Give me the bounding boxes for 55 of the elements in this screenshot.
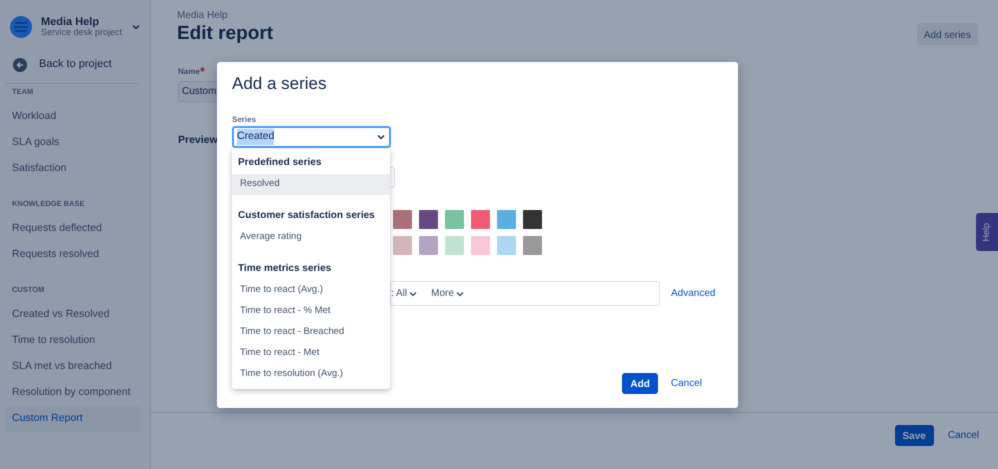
- group-heading: Customer satisfaction series: [237, 208, 376, 222]
- sidebar-item[interactable]: Time to resolution: [5, 328, 140, 354]
- dropdown-option[interactable]: Average rating: [232, 227, 390, 248]
- page-title: Edit report: [177, 23, 274, 46]
- color-swatch[interactable]: [497, 210, 516, 229]
- color-swatch[interactable]: [393, 236, 412, 255]
- sidebar-item[interactable]: Custom Report: [5, 406, 140, 432]
- color-swatch[interactable]: [497, 236, 516, 255]
- help-tab[interactable]: Help: [976, 213, 998, 251]
- add-series-button[interactable]: Add series: [916, 23, 978, 45]
- sidebar-item[interactable]: Satisfaction: [5, 156, 140, 182]
- color-swatch[interactable]: [419, 210, 438, 229]
- color-swatch[interactable]: [523, 236, 542, 255]
- breadcrumb-link[interactable]: Media Help: [177, 8, 274, 23]
- color-swatch[interactable]: [471, 236, 490, 255]
- cancel-link[interactable]: Cancel: [670, 376, 702, 391]
- modal-title: Add a series: [232, 74, 328, 95]
- color-swatch[interactable]: [471, 210, 490, 229]
- field-label: Name: [178, 66, 200, 76]
- section-heading: Preview: [178, 132, 218, 148]
- sidebar-item[interactable]: Requests deflected: [5, 216, 140, 242]
- group-heading: Time metrics series: [237, 262, 332, 276]
- color-swatch[interactable]: [393, 210, 412, 229]
- sidebar-item[interactable]: Requests resolved: [5, 242, 140, 268]
- add-button[interactable]: Add: [622, 373, 658, 394]
- project-subtitle: Service desk project: [41, 28, 124, 38]
- dropdown-option[interactable]: Time to react - % Met: [232, 301, 390, 322]
- dropdown-option[interactable]: Time to react (Avg.): [232, 280, 390, 301]
- logo-icon: [9, 15, 33, 39]
- sidebar-item[interactable]: SLA goals: [5, 130, 140, 156]
- color-swatch[interactable]: [523, 210, 542, 229]
- color-swatch[interactable]: [419, 236, 438, 255]
- chevron-down-icon: [377, 134, 385, 140]
- sidebar-item[interactable]: Resolution by component: [5, 380, 140, 406]
- back-to-project-link[interactable]: Back to project: [39, 56, 112, 73]
- sidebar-item[interactable]: SLA met vs breached: [5, 354, 140, 380]
- dropdown-option[interactable]: Time to resolution (Avg.): [232, 364, 390, 385]
- chevron-down-icon: [409, 290, 418, 296]
- color-swatch[interactable]: [445, 236, 464, 255]
- color-swatch[interactable]: [445, 210, 464, 229]
- cancel-link[interactable]: Cancel: [948, 428, 979, 442]
- dropdown-option[interactable]: Resolved: [232, 174, 390, 195]
- dropdown-option[interactable]: Time to react - Breached: [232, 322, 390, 343]
- project-name: Media Help: [41, 16, 100, 28]
- chevron-down-icon[interactable]: [132, 24, 140, 30]
- advanced-link[interactable]: Advanced: [671, 286, 716, 301]
- filter-dropdown[interactable]: More: [431, 286, 464, 301]
- sidebar-item[interactable]: Workload: [5, 104, 140, 130]
- dropdown-option[interactable]: Time to react - Met: [232, 343, 390, 364]
- save-button[interactable]: Save: [894, 424, 934, 446]
- sidebar-item[interactable]: Created vs Resolved: [5, 302, 140, 328]
- filter-dropdown[interactable]: : All: [391, 286, 418, 301]
- group-heading: Predefined series: [237, 156, 322, 170]
- field-label: Series: [232, 114, 258, 126]
- chevron-down-icon: [456, 290, 464, 296]
